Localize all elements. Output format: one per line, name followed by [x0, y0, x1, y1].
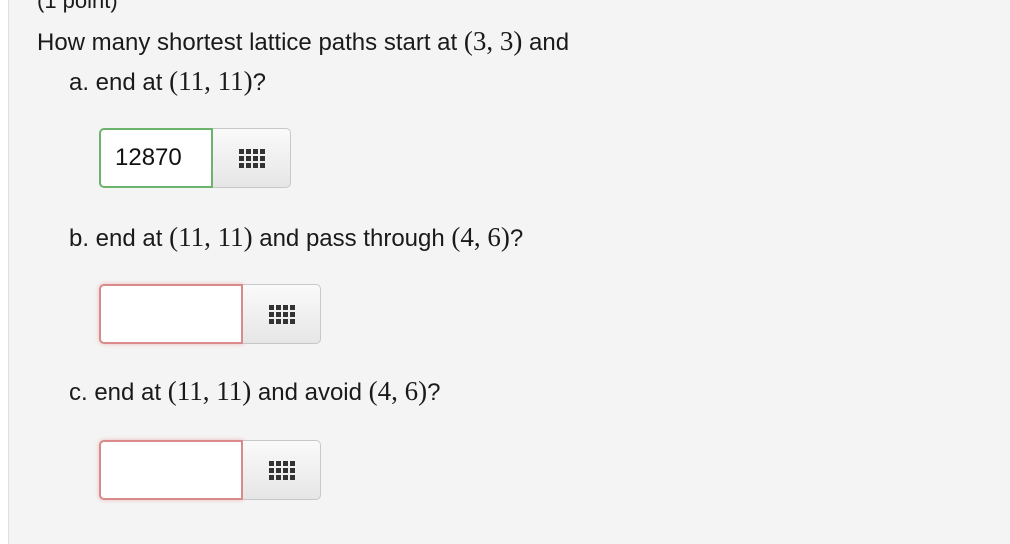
part-b-suffix: ?: [509, 225, 524, 252]
part-b-middle: and pass through: [252, 225, 452, 252]
part-a-prefix: a. end at: [69, 69, 170, 96]
part-c-answer-input[interactable]: [99, 440, 243, 500]
points-label: (1 point): [37, 0, 118, 13]
part-b-palette-button[interactable]: [243, 284, 321, 344]
part-a-answer-input[interactable]: [99, 128, 213, 188]
part-c-palette-button[interactable]: [243, 440, 321, 500]
part-b-text: b. end at (11, 11) and pass through (4, …: [69, 222, 523, 254]
question-prefix: How many shortest lattice paths start at: [37, 29, 464, 56]
part-c-answer-group: [99, 440, 321, 500]
part-a-endpoint-math: (11, 11): [169, 66, 253, 96]
part-b-answer-input[interactable]: [99, 284, 243, 344]
part-c-middle: and avoid: [251, 379, 369, 406]
grid-icon: [238, 148, 265, 168]
problem-panel: (1 point) How many shortest lattice path…: [8, 0, 1010, 544]
part-b-endpoint-math: (11, 11): [169, 222, 253, 252]
part-b-answer-group: [99, 284, 321, 344]
grid-icon: [268, 460, 295, 480]
part-c-text: c. end at (11, 11) and avoid (4, 6)?: [69, 376, 440, 408]
part-b-waypoint-math: (4, 6): [451, 222, 510, 252]
part-b-prefix: b. end at: [69, 225, 170, 252]
part-c-suffix: ?: [427, 379, 441, 406]
part-c-avoid-point-math: (4, 6): [368, 376, 428, 406]
part-a-text: a. end at (11, 11)?: [69, 66, 266, 98]
grid-icon: [268, 304, 295, 324]
question-text: How many shortest lattice paths start at…: [37, 26, 569, 58]
part-a-answer-group: [99, 128, 291, 188]
part-c-endpoint-math: (11, 11): [167, 376, 252, 406]
part-c-prefix: c. end at: [69, 379, 168, 406]
question-suffix: and: [522, 29, 570, 56]
part-a-suffix: ?: [252, 69, 266, 96]
start-point-math: (3, 3): [463, 26, 523, 56]
part-a-palette-button[interactable]: [213, 128, 291, 188]
